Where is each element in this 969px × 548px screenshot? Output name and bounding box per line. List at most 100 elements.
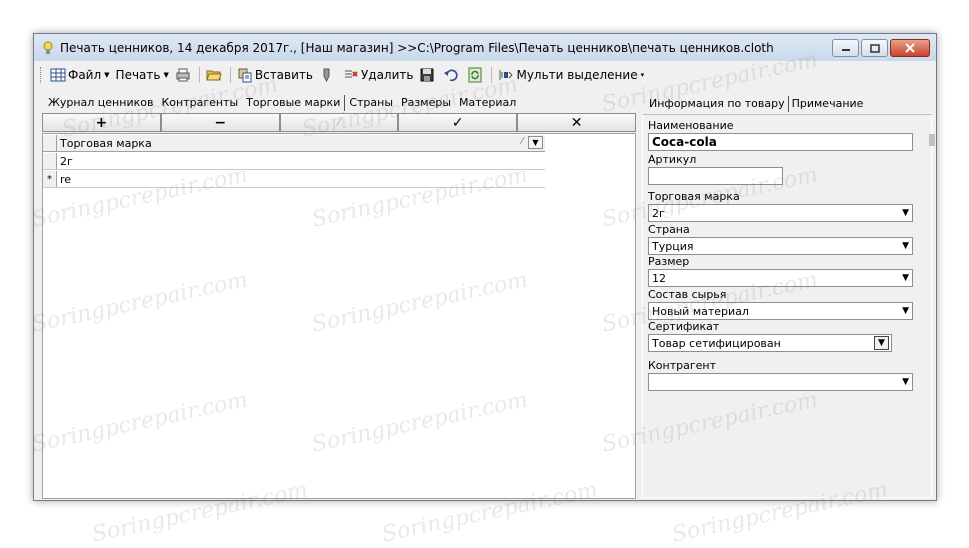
open-folder-icon bbox=[206, 67, 222, 83]
row-indicator bbox=[43, 153, 57, 169]
remove-record-button[interactable]: − bbox=[160, 113, 280, 132]
brand-value: 2г bbox=[652, 206, 665, 220]
toolbar: Файл ▼ Печать ▼ Вставить Удалить Мульти … bbox=[38, 64, 660, 86]
printer-button[interactable] bbox=[172, 65, 196, 85]
material-value: Новый материал bbox=[652, 304, 749, 318]
chevron-down-icon: ▼ bbox=[902, 306, 909, 316]
left-tab-bar: Журнал ценников Контрагенты Торговые мар… bbox=[44, 94, 520, 112]
print-menu-label: Печать bbox=[115, 68, 161, 82]
refresh-button[interactable] bbox=[464, 65, 488, 85]
delete-button[interactable]: Удалить bbox=[340, 65, 417, 85]
tab-sizes[interactable]: Размеры bbox=[397, 95, 455, 111]
article-field[interactable] bbox=[648, 167, 783, 185]
brand-select[interactable]: 2г ▼ bbox=[648, 204, 913, 222]
tab-product-info[interactable]: Информация по товару bbox=[646, 96, 789, 112]
edit-record-button[interactable]: ⁄ bbox=[279, 113, 399, 132]
pencil-icon bbox=[319, 67, 335, 83]
close-icon bbox=[905, 43, 915, 53]
column-header-brand[interactable]: Торговая марка ⁄ ▼ bbox=[57, 135, 545, 151]
close-button[interactable] bbox=[890, 39, 930, 57]
save-button[interactable] bbox=[416, 65, 440, 85]
minimize-button[interactable] bbox=[832, 39, 859, 57]
tab-note[interactable]: Примечание bbox=[789, 96, 867, 112]
delete-icon bbox=[343, 67, 359, 83]
edit-pencil-button[interactable] bbox=[316, 65, 340, 85]
tab-contractors[interactable]: Контрагенты bbox=[157, 95, 242, 111]
add-record-button[interactable]: + bbox=[42, 113, 161, 132]
cancel-record-button[interactable]: ✕ bbox=[517, 113, 636, 132]
material-label: Состав сырья bbox=[648, 288, 727, 301]
minimize-icon bbox=[841, 49, 850, 51]
tab-material[interactable]: Материал bbox=[455, 95, 520, 111]
indicator-header bbox=[43, 135, 57, 151]
name-label: Наименование bbox=[648, 119, 734, 132]
toolbar-grip[interactable] bbox=[40, 67, 43, 83]
app-lightbulb-icon bbox=[42, 41, 54, 55]
table-row[interactable]: * re bbox=[43, 171, 545, 188]
brand-grid[interactable]: Торговая марка ⁄ ▼ 2г * re bbox=[42, 133, 636, 499]
file-menu[interactable]: Файл ▼ bbox=[47, 65, 113, 85]
delete-label: Удалить bbox=[360, 68, 414, 82]
file-grid-icon bbox=[50, 67, 66, 83]
product-form: Наименование Coca-cola Артикул Торговая … bbox=[642, 114, 932, 498]
grid-navigator: + − ⁄ ✓ ✕ bbox=[42, 113, 636, 132]
chevron-down-icon: ▼ bbox=[902, 273, 909, 283]
contractor-select[interactable]: ▼ bbox=[648, 373, 913, 391]
tab-price-tag-journal[interactable]: Журнал ценников bbox=[44, 95, 157, 111]
chevron-down-icon: ▼ bbox=[902, 241, 909, 251]
country-label: Страна bbox=[648, 223, 690, 236]
tab-brands[interactable]: Торговые марки bbox=[242, 95, 346, 111]
panel-scroll-stub bbox=[929, 134, 935, 146]
name-field[interactable]: Coca-cola bbox=[648, 133, 913, 151]
multi-select-icon bbox=[498, 67, 514, 83]
column-header-label: Торговая марка bbox=[60, 136, 152, 150]
grid-header: Торговая марка ⁄ ▼ bbox=[43, 135, 545, 152]
toolbar-separator bbox=[198, 67, 200, 83]
country-value: Турция bbox=[652, 239, 694, 253]
undo-icon bbox=[443, 67, 459, 83]
save-disk-icon bbox=[419, 67, 435, 83]
toolbar-separator bbox=[229, 67, 231, 83]
open-folder-button[interactable] bbox=[203, 65, 227, 85]
title-bar[interactable]: Печать ценников, 14 декабря 2017г., [Наш… bbox=[34, 34, 936, 61]
pencil-icon: ⁄ bbox=[521, 136, 523, 147]
certificate-select[interactable]: Товар сетифицирован ▼ bbox=[648, 334, 892, 352]
toolbar-separator bbox=[491, 67, 493, 83]
size-select[interactable]: 12 ▼ bbox=[648, 269, 913, 287]
chevron-down-icon: ▼ bbox=[104, 71, 110, 79]
maximize-icon bbox=[869, 43, 880, 53]
multi-select-label: Мульти выделение bbox=[516, 68, 638, 82]
tab-countries[interactable]: Страны bbox=[345, 95, 397, 111]
print-menu[interactable]: Печать ▼ bbox=[113, 65, 172, 85]
contractor-label: Контрагент bbox=[648, 359, 717, 372]
size-label: Размер bbox=[648, 255, 690, 268]
brand-label: Торговая марка bbox=[648, 190, 740, 203]
chevron-down-icon: ▼ bbox=[874, 336, 889, 350]
chevron-down-icon: ▼ bbox=[902, 377, 909, 387]
material-select[interactable]: Новый материал ▼ bbox=[648, 302, 913, 320]
printer-icon bbox=[175, 67, 191, 83]
table-cell[interactable]: re bbox=[57, 171, 545, 187]
file-menu-label: Файл bbox=[68, 68, 102, 82]
chevron-down-icon: ▼ bbox=[902, 208, 909, 218]
chevron-down-icon: ▼ bbox=[532, 138, 539, 147]
table-cell[interactable]: 2г bbox=[57, 153, 545, 169]
right-tab-bar: Информация по товару Примечание bbox=[646, 96, 866, 114]
country-select[interactable]: Турция ▼ bbox=[648, 237, 913, 255]
table-row[interactable]: 2г bbox=[43, 153, 545, 170]
paste-button[interactable]: Вставить bbox=[234, 65, 316, 85]
row-indicator: * bbox=[43, 171, 57, 187]
undo-button[interactable] bbox=[440, 65, 464, 85]
multi-select-button[interactable]: Мульти выделение ▾ bbox=[495, 65, 647, 85]
column-dropdown-button[interactable]: ▼ bbox=[528, 136, 543, 149]
certificate-value: Товар сетифицирован bbox=[652, 336, 781, 350]
article-label: Артикул bbox=[648, 153, 697, 166]
chevron-down-icon: ▾ bbox=[640, 71, 645, 79]
certificate-label: Сертификат bbox=[648, 320, 720, 333]
confirm-record-button[interactable]: ✓ bbox=[398, 113, 518, 132]
product-info-panel: Информация по товару Примечание Наименов… bbox=[638, 92, 936, 500]
main-window: Печать ценников, 14 декабря 2017г., [Наш… bbox=[33, 33, 937, 501]
maximize-button[interactable] bbox=[861, 39, 888, 57]
paste-icon bbox=[237, 67, 253, 83]
refresh-icon bbox=[467, 67, 483, 83]
